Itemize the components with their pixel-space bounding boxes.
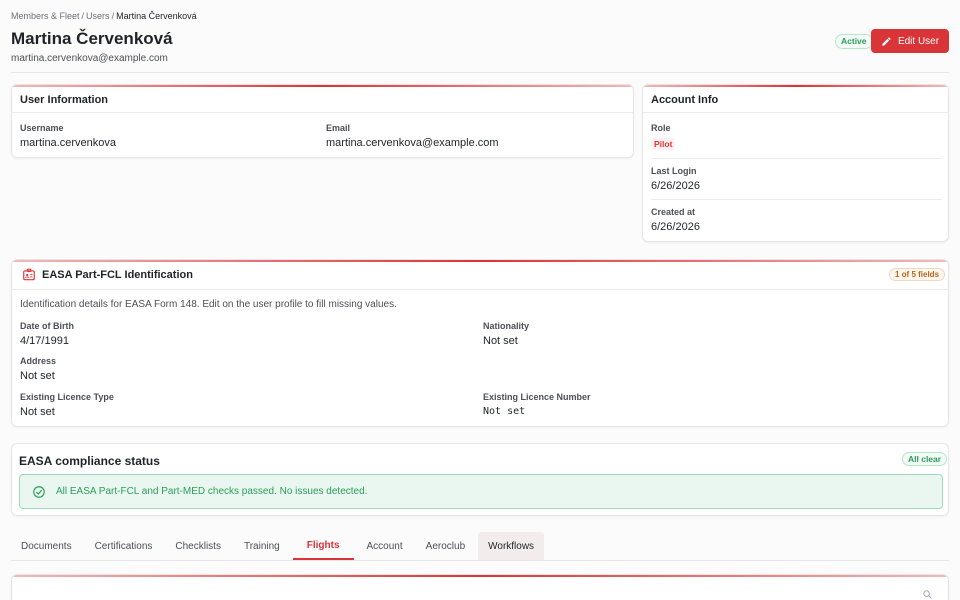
page-title: Martina Červenková [11,29,173,48]
breadcrumb-link-members[interactable]: Members & Fleet [11,11,80,21]
flights-card [11,574,949,600]
breadcrumb-separator: / [111,11,115,21]
card-accent-line [12,85,633,87]
card-divider [12,112,633,113]
tab-certifications[interactable]: Certifications [85,532,163,560]
search-icon[interactable] [922,589,933,600]
fields-count-badge: 1 of 5 fields [889,268,946,281]
licence-type-label: Existing Licence Type [20,392,114,402]
user-information-card: User Information Username martina.cerven… [11,84,634,158]
address-label: Address [20,356,57,366]
last-login-value: 6/26/2026 [651,180,700,192]
card-title: Account Info [651,94,719,106]
dob-label: Date of Birth [20,321,74,331]
tab-training[interactable]: Training [234,532,290,560]
compliance-message: All EASA Part-FCL and Part-MED checks pa… [56,486,368,497]
account-info-card: Account Info Role Pilot Last Login 6/26/… [642,84,949,242]
user-email-subtitle: martina.cervenkova@example.com [11,53,168,64]
pencil-icon [882,36,891,46]
tabs-divider [11,560,949,561]
tab-bar: Documents Certifications Checklists Trai… [11,532,547,560]
card-divider [12,289,948,290]
email-label: Email [326,123,351,133]
username-value: martina.cervenkova [20,137,116,149]
created-at-value: 6/26/2026 [651,221,700,233]
header-divider [11,72,949,73]
card-title: User Information [20,94,109,106]
role-label: Role [651,123,671,133]
address-value: Not set [20,370,55,382]
card-accent-line [12,260,948,262]
breadcrumb-separator: / [81,11,85,21]
card-accent-line [12,575,948,577]
card-divider [643,112,948,113]
tab-workflows[interactable]: Workflows [478,532,545,560]
nationality-value: Not set [483,335,518,347]
check-circle-icon [33,485,45,498]
created-at-label: Created at [651,207,696,217]
tab-flights[interactable]: Flights [292,532,354,560]
breadcrumb-link-users[interactable]: Users [86,11,110,21]
row-divider [651,199,942,200]
role-badge: Pilot [651,138,676,150]
licence-number-label: Existing Licence Number [483,392,591,402]
status-badge: Active [835,34,873,49]
email-value: martina.cervenkova@example.com [326,137,499,149]
card-accent-line [643,85,948,87]
edit-user-button[interactable]: Edit User [871,29,949,53]
breadcrumb: Members & Fleet / Users / Martina Červenková [11,11,197,21]
last-login-label: Last Login [651,166,697,176]
id-card-icon [23,268,35,281]
easa-identification-card: EASA Part-FCL Identification 1 of 5 fiel… [11,259,949,427]
nationality-label: Nationality [483,321,530,331]
licence-number-value: Not set [483,406,526,417]
card-title: EASA compliance status [19,454,160,468]
tab-aeroclub[interactable]: Aeroclub [416,532,475,560]
tab-checklists[interactable]: Checklists [165,532,231,560]
dob-value: 4/17/1991 [20,335,69,347]
licence-type-value: Not set [20,406,55,418]
all-clear-badge: All clear [902,452,948,466]
username-label: Username [20,123,64,133]
row-divider [651,158,942,159]
card-title: EASA Part-FCL Identification [42,269,193,281]
compliance-alert: All EASA Part-FCL and Part-MED checks pa… [19,474,943,509]
tab-account[interactable]: Account [357,532,413,560]
compliance-status-card: EASA compliance status All clear All EAS… [11,443,949,516]
breadcrumb-current: Martina Červenková [116,11,197,21]
tab-documents[interactable]: Documents [11,532,82,560]
edit-user-label: Edit User [897,35,940,47]
card-description: Identification details for EASA Form 148… [20,299,397,310]
